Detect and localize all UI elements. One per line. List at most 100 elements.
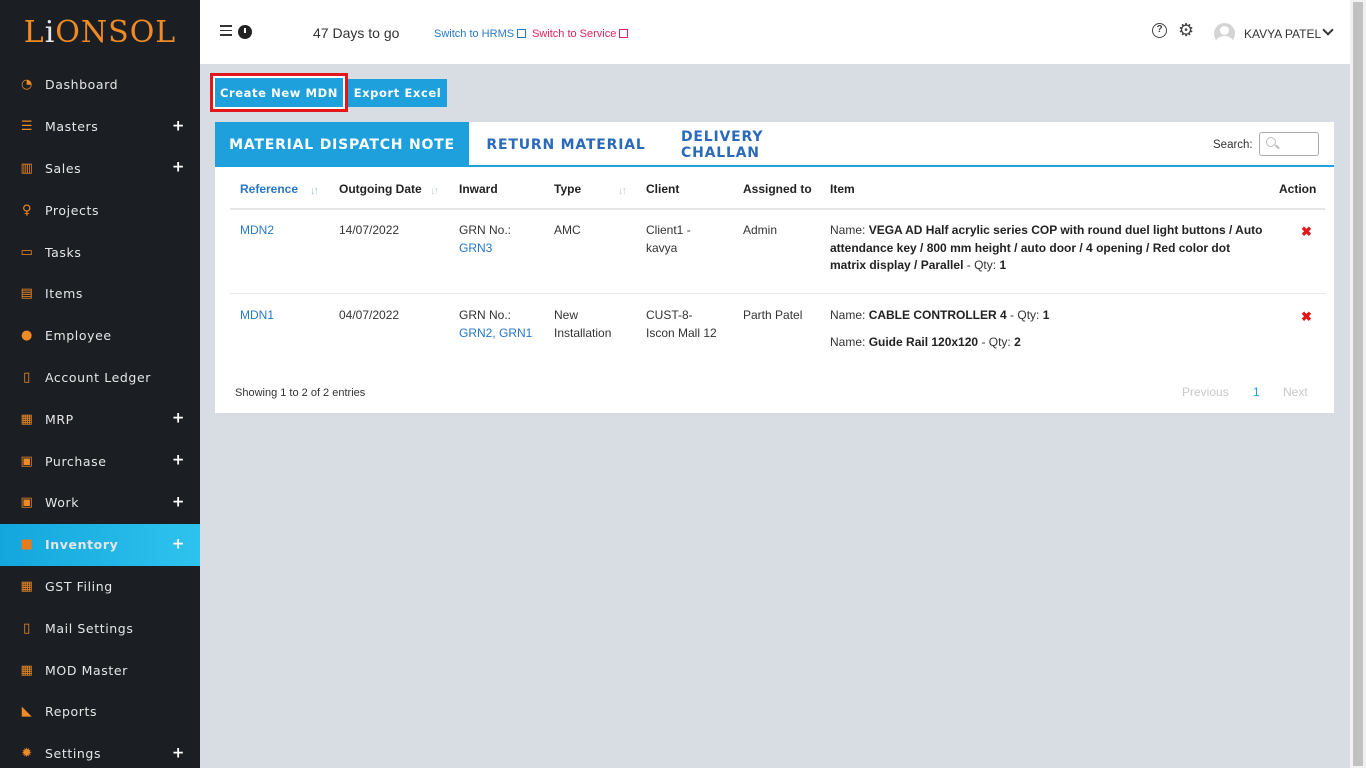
grid-icon: ▦ bbox=[20, 662, 34, 678]
inventory-icon: ■ bbox=[20, 537, 34, 553]
type-line: Installation bbox=[554, 325, 612, 340]
search-input[interactable] bbox=[1259, 132, 1319, 156]
row-divider bbox=[230, 293, 1325, 294]
item-qty: 1 bbox=[999, 258, 1007, 272]
sort-icon[interactable]: ↓↑ bbox=[430, 185, 439, 197]
sidebar-item-label: MOD Master bbox=[45, 662, 128, 678]
client-line: Iscon Mall 12 bbox=[646, 325, 717, 340]
tab-bar: MATERIAL DISPATCH NOTE RETURN MATERIAL D… bbox=[215, 122, 1334, 167]
sidebar-item-items[interactable]: ▤ Items bbox=[0, 273, 200, 315]
sidebar-item-masters[interactable]: ☰ Masters + bbox=[0, 106, 200, 148]
clock-icon bbox=[238, 25, 252, 39]
entries-info: Showing 1 to 2 of 2 entries bbox=[235, 387, 366, 399]
sidebar-item-label: Tasks bbox=[45, 244, 82, 260]
tab-delivery-challan[interactable]: DELIVERY CHALLAN bbox=[681, 122, 847, 167]
item-name-label: Name: bbox=[830, 335, 866, 349]
expand-icon[interactable]: + bbox=[172, 409, 185, 427]
calendar-icon: ▦ bbox=[20, 578, 34, 594]
sidebar-item-label: Reports bbox=[45, 704, 98, 720]
sidebar-item-projects[interactable]: ♀ Projects bbox=[0, 189, 200, 231]
export-excel-button[interactable]: Export Excel bbox=[348, 79, 447, 107]
column-type[interactable]: Type bbox=[554, 182, 581, 196]
type-cell: AMC bbox=[554, 223, 581, 237]
hamburger-menu-icon[interactable] bbox=[220, 25, 232, 37]
sidebar-item-dashboard[interactable]: ◔ Dashboard bbox=[0, 64, 200, 106]
pagination-next[interactable]: Next bbox=[1283, 385, 1308, 399]
item-qty-label: - Qty: bbox=[966, 258, 997, 272]
expand-icon[interactable]: + bbox=[172, 158, 185, 176]
sidebar-nav: ◔ Dashboard ☰ Masters + ▥ Sales + ♀ Projects ▭… bbox=[0, 64, 200, 768]
switch-service-link[interactable]: Switch to Service bbox=[532, 28, 629, 40]
pagination-previous[interactable]: Previous bbox=[1182, 385, 1229, 399]
avatar[interactable] bbox=[1214, 23, 1235, 44]
sidebar-item-label: Purchase bbox=[45, 453, 107, 469]
delete-icon[interactable]: ✖ bbox=[1301, 309, 1312, 325]
client-line: Client1 - bbox=[646, 223, 691, 237]
create-new-mdn-label: Create New MDN bbox=[215, 78, 343, 107]
gear-icon: ✹ bbox=[21, 746, 33, 762]
settings-gear-icon[interactable]: ⚙ bbox=[1178, 21, 1194, 39]
client-line: CUST-8- bbox=[646, 308, 693, 322]
sidebar-item-label: MRP bbox=[45, 411, 74, 427]
switch-hrms-link[interactable]: Switch to HRMS bbox=[434, 28, 527, 40]
chevron-down-icon[interactable] bbox=[1322, 24, 1334, 36]
sidebar-item-mrp[interactable]: ▦ MRP + bbox=[0, 398, 200, 440]
database-icon: ☰ bbox=[20, 119, 34, 135]
reference-link[interactable]: MDN2 bbox=[240, 222, 274, 240]
client-cell: CUST-8- Iscon Mall 12 bbox=[646, 307, 717, 342]
search-icon bbox=[1266, 137, 1276, 147]
delete-icon[interactable]: ✖ bbox=[1301, 224, 1312, 240]
column-reference[interactable]: Reference bbox=[240, 182, 298, 196]
help-icon[interactable]: ? bbox=[1152, 23, 1167, 38]
sidebar-item-sales[interactable]: ▥ Sales + bbox=[0, 148, 200, 190]
tab-return-material[interactable]: RETURN MATERIAL bbox=[485, 122, 647, 167]
column-client: Client bbox=[646, 182, 680, 196]
sidebar-item-label: Mail Settings bbox=[45, 620, 134, 636]
item-name: Guide Rail 120x120 bbox=[868, 335, 979, 349]
sidebar-item-mod-master[interactable]: ▦ MOD Master bbox=[0, 649, 200, 691]
item-qty-label: - Qty: bbox=[1010, 308, 1040, 322]
expand-icon[interactable]: + bbox=[172, 451, 185, 469]
sidebar-item-label: Masters bbox=[45, 119, 99, 135]
grn-link[interactable]: GRN2, GRN1 bbox=[459, 325, 532, 343]
sidebar-item-settings[interactable]: ✹ Settings + bbox=[0, 733, 200, 768]
external-link-icon bbox=[517, 29, 527, 38]
reference-link[interactable]: MDN1 bbox=[240, 307, 274, 325]
sidebar-item-account-ledger[interactable]: ▯ Account Ledger bbox=[0, 357, 200, 399]
page-scrollbar[interactable] bbox=[1350, 0, 1366, 768]
sort-icon[interactable]: ↓↑ bbox=[618, 185, 627, 197]
sidebar-item-work[interactable]: ▣ Work + bbox=[0, 482, 200, 524]
sidebar-item-gst-filing[interactable]: ▦ GST Filing bbox=[0, 566, 200, 608]
grid-icon: ▦ bbox=[20, 411, 34, 427]
sidebar-item-employee[interactable]: ● Employee bbox=[0, 315, 200, 357]
create-new-mdn-button[interactable]: Create New MDN bbox=[210, 73, 348, 112]
expand-icon[interactable]: + bbox=[172, 116, 185, 134]
sidebar-item-tasks[interactable]: ▭ Tasks bbox=[0, 231, 200, 273]
column-outgoing-date[interactable]: Outgoing Date bbox=[339, 182, 422, 196]
tab-material-dispatch-note[interactable]: MATERIAL DISPATCH NOTE bbox=[215, 122, 469, 167]
briefcase-icon: ▣ bbox=[20, 453, 34, 469]
item-name: matrix display / Parallel bbox=[830, 258, 964, 272]
column-inward: Inward bbox=[459, 182, 498, 196]
app-logo[interactable]: LiONSOL bbox=[0, 0, 200, 64]
expand-icon[interactable]: + bbox=[172, 743, 185, 761]
grn-link[interactable]: GRN3 bbox=[459, 240, 511, 258]
sidebar-item-reports[interactable]: ◣ Reports bbox=[0, 691, 200, 733]
sort-icon[interactable]: ↓↑ bbox=[310, 185, 319, 197]
pagination-page-1[interactable]: 1 bbox=[1253, 385, 1260, 399]
client-line: kavya bbox=[646, 240, 678, 255]
sidebar-item-inventory[interactable]: ■ Inventory + bbox=[0, 523, 200, 566]
sidebar-item-mail-settings[interactable]: ▯ Mail Settings bbox=[0, 607, 200, 649]
item-name: attendance key / 800 mm height / auto do… bbox=[830, 240, 1231, 255]
inbox-icon: ▭ bbox=[20, 244, 34, 260]
sidebar-item-label: Settings bbox=[45, 746, 102, 762]
scroll-thumb[interactable] bbox=[1353, 2, 1363, 766]
item-qty-label: - Qty: bbox=[981, 335, 1011, 349]
expand-icon[interactable]: + bbox=[172, 492, 185, 510]
sidebar-item-label: Work bbox=[45, 495, 80, 511]
user-name[interactable]: KAVYA PATEL bbox=[1244, 27, 1321, 41]
sidebar-item-label: Employee bbox=[45, 328, 112, 344]
inward-cell: GRN No.: GRN2, GRN1 bbox=[459, 307, 532, 342]
expand-icon[interactable]: + bbox=[172, 534, 185, 552]
sidebar-item-purchase[interactable]: ▣ Purchase + bbox=[0, 440, 200, 482]
